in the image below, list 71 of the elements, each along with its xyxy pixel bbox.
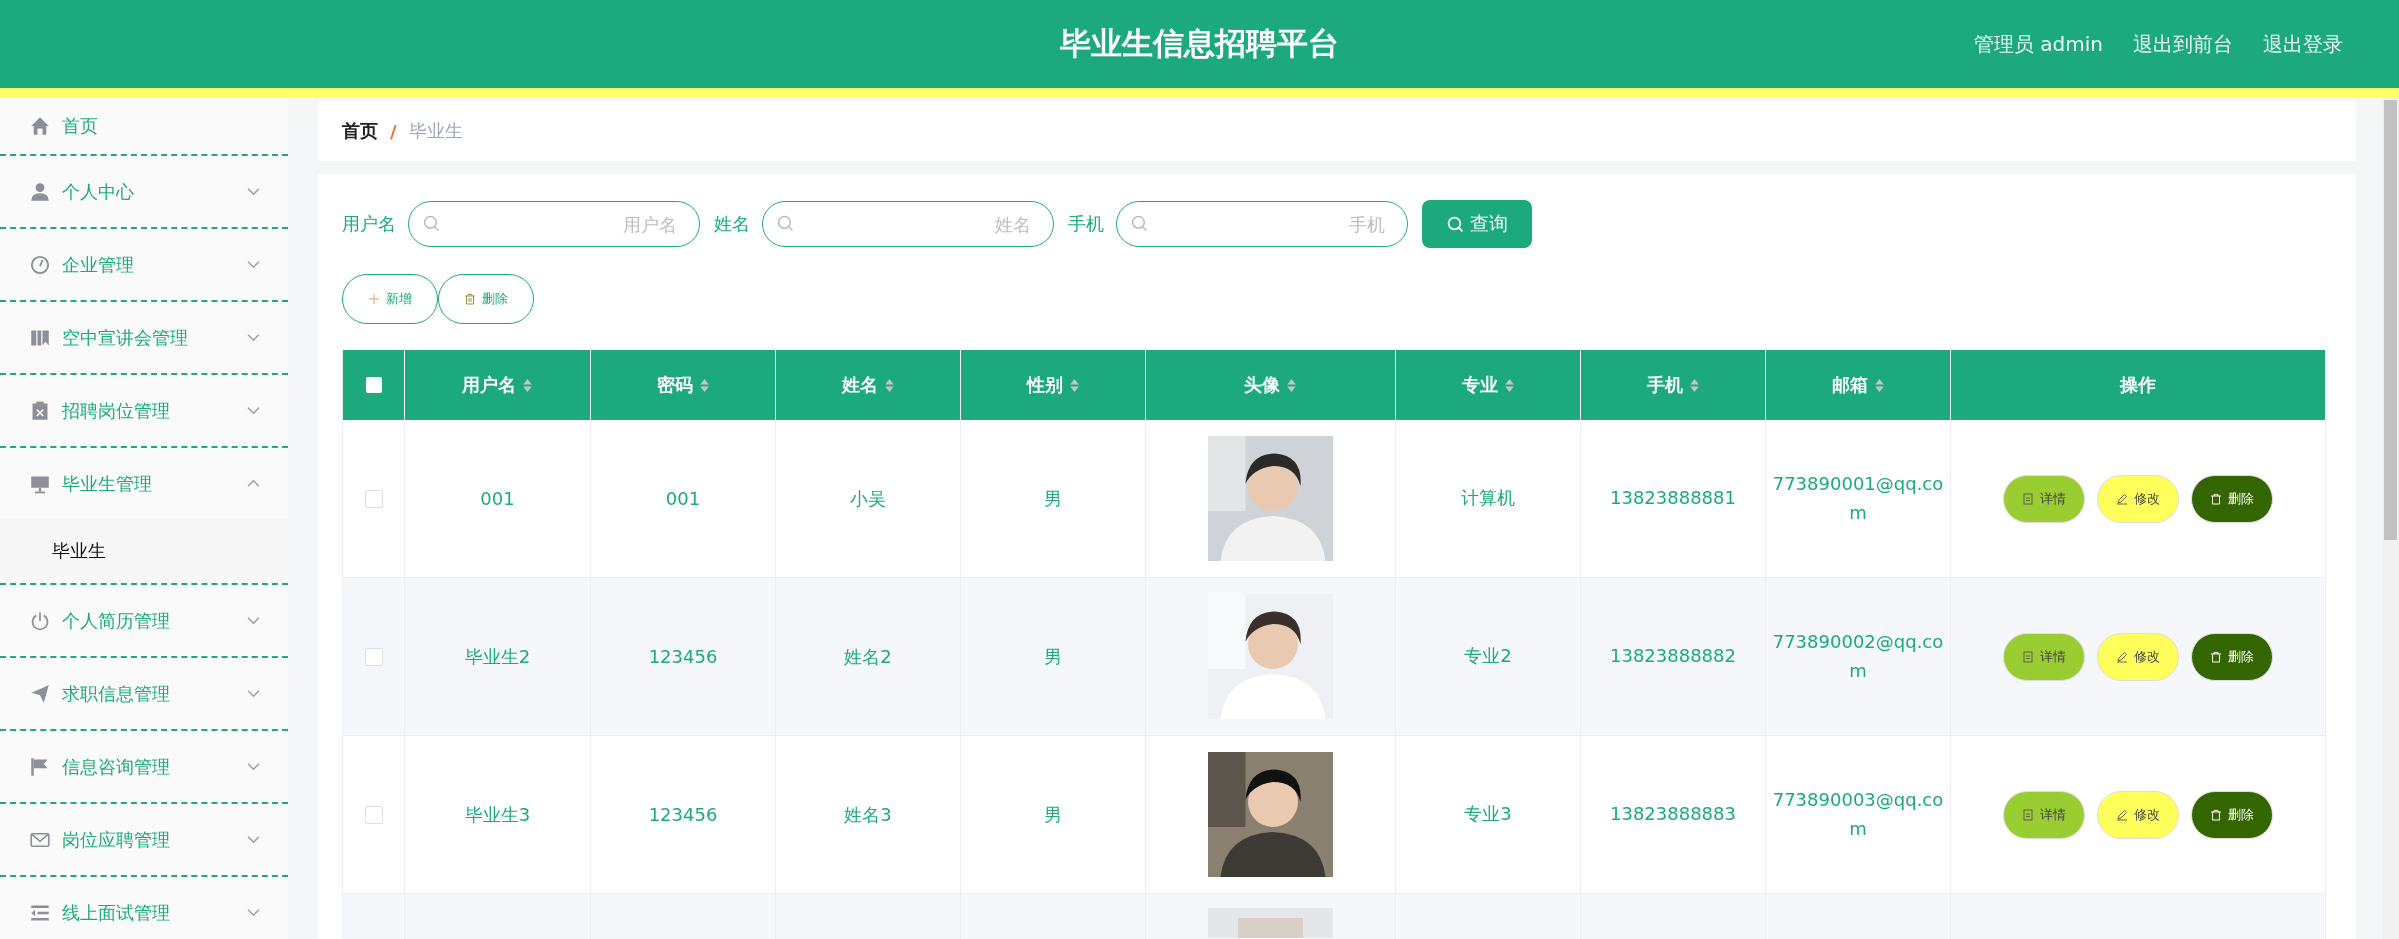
sort-icon[interactable] — [883, 377, 895, 393]
flag-icon — [30, 756, 50, 777]
pencil-icon — [2116, 808, 2128, 821]
trash-icon — [464, 293, 476, 305]
row-checkbox[interactable] — [364, 805, 383, 824]
row-checkbox[interactable] — [364, 647, 383, 666]
sort-icon[interactable] — [1068, 377, 1080, 393]
add-button[interactable]: 新增 — [342, 274, 438, 324]
breadcrumb-separator: / — [390, 120, 397, 142]
delete-button[interactable]: 删除 — [2191, 474, 2273, 523]
menu-item[interactable]: 岗位应聘管理 — [0, 804, 288, 875]
pencil-icon — [2116, 650, 2128, 663]
menu-item[interactable]: 个人中心 — [0, 156, 288, 227]
trash-icon — [2210, 650, 2222, 663]
document-icon — [2022, 650, 2034, 663]
field-label: 姓名 — [714, 212, 750, 236]
scrollbar[interactable] — [2382, 98, 2399, 939]
menu-item[interactable]: 求职信息管理 — [0, 658, 288, 729]
menu-item[interactable]: 首页 — [0, 98, 288, 154]
field-label: 手机 — [1068, 212, 1104, 236]
row-checkbox[interactable] — [364, 489, 383, 508]
menu-item[interactable]: 个人简历管理 — [0, 585, 288, 656]
search-icon — [423, 215, 440, 232]
header-link[interactable]: 退出登录 — [2263, 30, 2343, 58]
detail-button[interactable]: 详情 — [2003, 474, 2085, 523]
menu-item[interactable]: 招聘岗位管理 — [0, 375, 288, 446]
delete-button[interactable]: 删除 — [438, 274, 534, 324]
sort-icon[interactable] — [1503, 377, 1515, 393]
detail-button[interactable]: 详情 — [2003, 790, 2085, 839]
breadcrumb-link[interactable]: 首页 — [342, 119, 378, 143]
user-label: 管理员 admin — [1973, 30, 2103, 58]
document-icon — [2022, 492, 2034, 505]
menu-item[interactable]: 企业管理 — [0, 229, 288, 300]
field-label: 用户名 — [342, 212, 396, 236]
gauge-icon — [30, 254, 50, 275]
search-icon — [1446, 215, 1464, 233]
sort-icon[interactable] — [522, 377, 533, 393]
trash-icon — [2210, 808, 2222, 821]
delete-button[interactable]: 删除 — [2191, 790, 2273, 839]
sort-icon[interactable] — [1873, 377, 1885, 393]
plane-icon — [30, 683, 50, 704]
plus-icon — [368, 293, 380, 305]
pencil-icon — [2116, 492, 2128, 505]
search-icon — [1131, 215, 1148, 232]
home-icon — [30, 116, 50, 136]
search-field[interactable]: 姓名 — [762, 201, 1054, 247]
power-icon — [30, 610, 50, 631]
sort-icon[interactable] — [1688, 377, 1700, 393]
search-icon — [777, 215, 794, 232]
select-all-checkbox[interactable] — [365, 377, 382, 393]
edit-button[interactable]: 修改 — [2097, 474, 2179, 523]
user-icon — [30, 181, 50, 202]
sort-icon[interactable] — [698, 377, 710, 393]
trash-icon — [2210, 492, 2222, 505]
document-icon — [2022, 808, 2034, 821]
menu-item[interactable]: 信息咨询管理 — [0, 731, 288, 802]
menu-item[interactable]: 线上面试管理 — [0, 877, 288, 939]
edit-button[interactable]: 修改 — [2097, 790, 2179, 839]
menu-item[interactable]: 毕业生管理 — [0, 448, 288, 519]
clipboard-icon — [30, 400, 50, 421]
sort-icon[interactable] — [1286, 377, 1297, 393]
edit-button[interactable]: 修改 — [2097, 632, 2179, 681]
site-title: 毕业生信息招聘平台 — [1060, 24, 1339, 63]
search-field[interactable]: 手机 — [1116, 201, 1408, 247]
detail-button[interactable]: 详情 — [2003, 632, 2085, 681]
search-button[interactable]: 查询 — [1422, 200, 1532, 248]
search-field[interactable]: 用户名 — [408, 201, 700, 247]
breadcrumb-link[interactable]: 毕业生 — [408, 119, 463, 143]
header-link[interactable]: 退出到前台 — [2133, 30, 2233, 58]
menu-item[interactable]: 空中宣讲会管理 — [0, 302, 288, 373]
delete-button[interactable]: 删除 — [2191, 632, 2273, 681]
